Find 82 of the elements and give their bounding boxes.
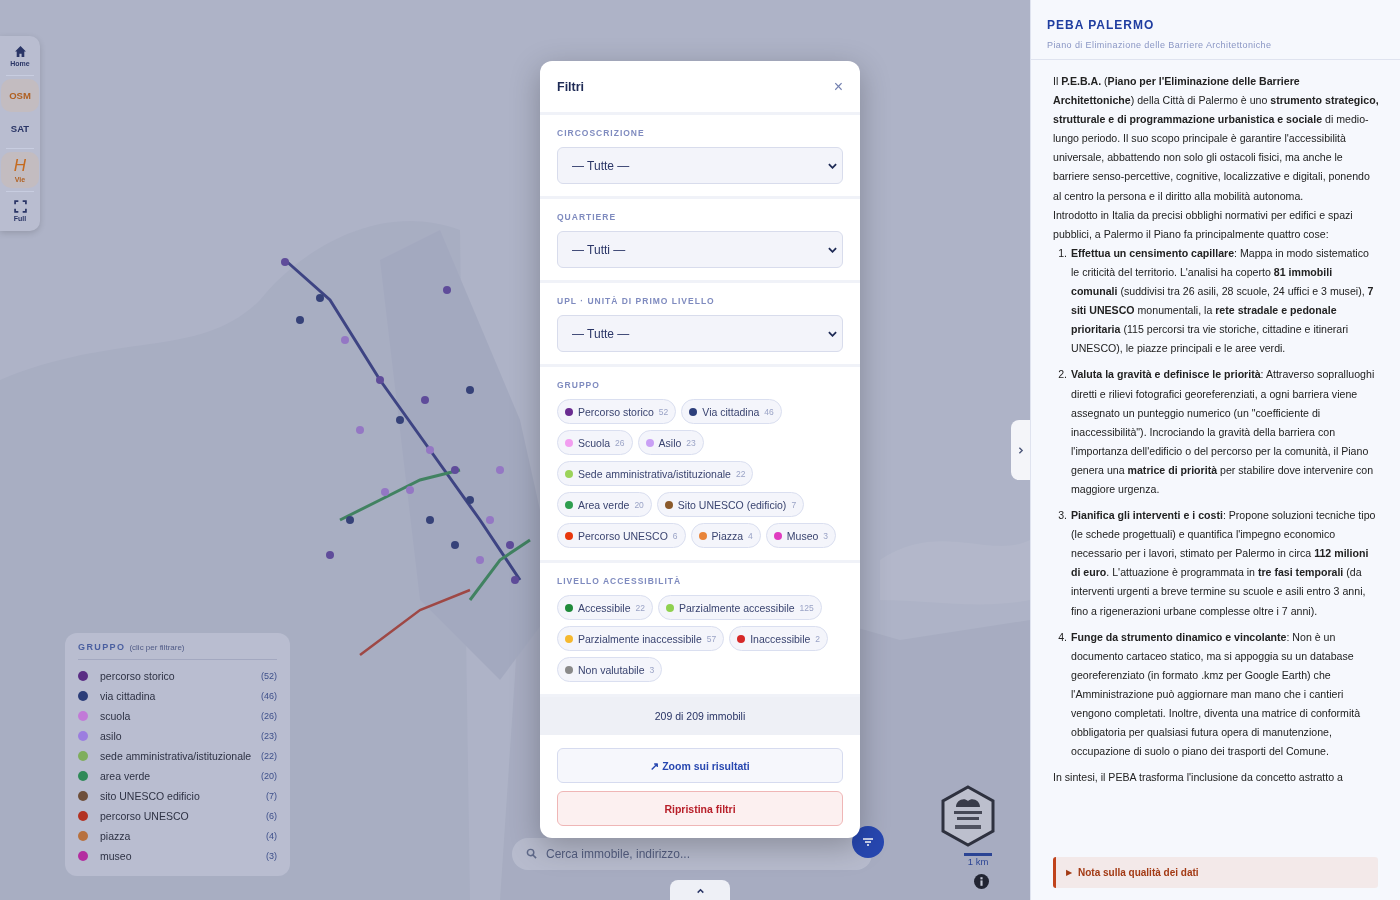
caret-icon (828, 330, 837, 337)
legend-item[interactable]: sito UNESCO edificio (100, 790, 266, 802)
caret-icon (828, 162, 837, 169)
dropdown[interactable]: — Tutti — (557, 231, 843, 268)
filter-chip[interactable]: Parzialmente inaccessibile 57 (557, 626, 725, 651)
search-field[interactable]: Cerca immobile, indirizzo... (512, 838, 872, 870)
legend-hint: (clic per filtrare) (129, 643, 185, 652)
filter-chip[interactable]: Parzialmente accessibile 125 (658, 595, 822, 620)
filter-label: QUARTIERE (557, 212, 618, 222)
list-item-text: Funge da strumento dinamico e vincolante: Non è un documento cartaceo statico, ma si appoggia su un database georeferenziato (in formato .kmz per Google Earth) che l'Amministrazione può aggiornare man mano che i cantieri vengono completati. Inoltre, diventa una matrice di conformità obbligatoria per qualsiasi futura opera di manutenzione, occupazione di suolo o piano dei trasporti del Comune. (1071, 629, 1362, 760)
legend-item[interactable]: asilo (100, 730, 261, 742)
list-item-text: Effettua un censimento capillare: Mappa in modo sistematico le criticità del territorio. L'analisi ha coperto 81 immobili comunali (suddivisi tra 26 asili, 28 scuole, 24 uffici e 3 musei), 7 siti UNESCO monumentali, la rete stradale e pedonale prioritaria (115 percorsi tra vie storiche, cittadine e itinerari UNESCO), le piazze principali e le aree verdi. (1071, 245, 1375, 357)
scale-label: 1 km (967, 856, 989, 867)
legend-count: (3) (266, 851, 277, 861)
filter-chip[interactable]: Percorso UNESCO 6 (557, 523, 686, 548)
filter-chip[interactable]: Asilo 23 (637, 430, 704, 455)
filter-label: UPL · UNITÀ DI PRIMO LIVELLO (557, 296, 716, 306)
paragraph: Il P.E.B.A. (Piano per l'Eliminazione delle Barriere Architettoniche) della Città di Palermo è uno strumento strategico, strutturale e di programmazione urbanistica e sociale di medio-lungo periodo. Il suo scopo principale è garantire l'accessibilità universale, abbattendo non solo gli ostacoli fisici, ma anche le barriere senso-percettive, cognitive, localizzative e digitali, ponendo al centro la persona e il diritto alla mobilità autonoma. (1053, 74, 1380, 204)
home-icon (13, 45, 27, 58)
legend-count: (7) (266, 791, 277, 801)
paragraph: In sintesi, il PEBA trasforma l'inclusione da concetto astratto a (1053, 770, 1344, 786)
dropdown[interactable]: — Tutte — (557, 147, 843, 184)
legend-count: (26) (261, 711, 277, 721)
filter-chip[interactable]: Sito UNESCO (edificio) 7 (656, 492, 805, 517)
legend-count: (20) (261, 771, 277, 781)
chevron-up-icon (695, 886, 705, 896)
panel-toggle-button[interactable] (1011, 420, 1030, 480)
legend-count: (4) (266, 831, 277, 841)
legend-item[interactable]: area verde (100, 770, 261, 782)
legend-item[interactable]: scuola (100, 710, 261, 722)
map-layer-button[interactable]: SAT (1, 112, 39, 145)
disclosure-marker: ▶ (1066, 868, 1072, 877)
legend-item[interactable]: museo (100, 850, 266, 862)
filter-icon (862, 836, 874, 848)
list-number: 2. (1057, 367, 1067, 383)
filter-label: GRUPPO (557, 380, 601, 390)
scale-bar (964, 853, 992, 856)
filter-chip[interactable]: Percorso storico 52 (557, 399, 677, 424)
hexagon-logo-icon (940, 785, 996, 847)
legend-count: (46) (261, 691, 277, 701)
filter-chip[interactable]: Scuola 26 (557, 430, 633, 455)
note-label: Nota sulla qualità dei dati (1078, 867, 1199, 878)
close-button[interactable]: × (833, 77, 843, 96)
legend-item[interactable]: sede amministrativa/istituzionale (100, 750, 261, 762)
reset-button[interactable]: Ripristina filtri (557, 791, 843, 826)
caret-icon (828, 246, 837, 253)
legend-title: GRUPPO (78, 642, 126, 652)
info-icon[interactable] (974, 874, 989, 889)
filter-chip[interactable]: Accessibile 22 (557, 595, 653, 620)
legend-count: (22) (261, 751, 277, 761)
filter-chip[interactable]: Sede amministrativa/istituzionale 22 (557, 461, 754, 486)
list-number: 4. (1057, 629, 1067, 645)
filter-label: LIVELLO ACCESSIBILITÀ (557, 576, 683, 586)
data-quality-note[interactable]: ▶ Nota sulla qualità dei dati (1053, 857, 1378, 888)
zoom-button[interactable]: ↗ Zoom sui risultati (557, 748, 843, 783)
list-item-text: Valuta la gravità e definisce le priorità: Attraverso sopralluoghi diretti e rilievi fotografici georeferenziati, a ogni barriera viene assegnato un punteggio numerico (un "coefficiente di inaccessibilità"). Incrociando la gravità della barriera con l'importanza dell'edificio o del percorso per la comunità, il Piano genera una matrice di priorità per stabilire dove intervenire con maggiore urgenza. (1071, 367, 1376, 497)
search-icon (526, 848, 537, 859)
result-count: 209 di 209 immobili (540, 697, 860, 735)
dropdown[interactable]: — Tutte — (557, 315, 843, 352)
filter-chip[interactable]: Museo 3 (765, 523, 837, 548)
list-number: 3. (1057, 508, 1067, 524)
filter-chip[interactable]: Piazza 4 (690, 523, 761, 548)
filter-chip[interactable]: Area verde 20 (557, 492, 652, 517)
filter-chip[interactable]: Inaccessibile 2 (729, 626, 829, 651)
legend-count: (6) (266, 811, 277, 821)
paragraph: Introdotto in Italia da precisi obblighi normativi per edifici e spazi pubblici, a Palermo il Piano fa principalmente quattro cose: (1053, 207, 1354, 242)
legend-item[interactable]: piazza (100, 830, 266, 842)
legend-item[interactable]: percorso UNESCO (100, 810, 266, 822)
filter-chip[interactable]: Non valutabile 3 (557, 657, 663, 682)
legend-count: (23) (261, 731, 277, 741)
list-number: 1. (1057, 245, 1067, 261)
filter-label: CIRCOSCRIZIONE (557, 128, 646, 138)
legend-count: (52) (261, 671, 277, 681)
panel-title: PEBA PALERMO (1047, 18, 1156, 32)
fullscreen-icon (13, 200, 27, 213)
panel-subtitle: Piano di Eliminazione delle Barriere Architettoniche (1047, 40, 1273, 50)
legend-item[interactable]: via cittadina (100, 690, 261, 702)
dialog-title: Filtri (557, 79, 585, 94)
filter-chip[interactable]: Via cittadina 46 (681, 399, 782, 424)
list-item-text: Pianifica gli interventi e i costi: Propone soluzioni tecniche tipo (le schede progettuali) e quantifica l'impegno economico necessario per i lavori, stimato per Palermo in circa 112 milioni di euro. L'attuazione è programmata in tre fasi temporali (da interventi urgenti a breve termine su scuole e asili entro 3 anni, fino a rigenerazioni urbane complesse oltre i 7 anni). (1071, 508, 1377, 619)
chevron-right-icon (1016, 445, 1025, 455)
legend-item[interactable]: percorso storico (100, 670, 261, 682)
